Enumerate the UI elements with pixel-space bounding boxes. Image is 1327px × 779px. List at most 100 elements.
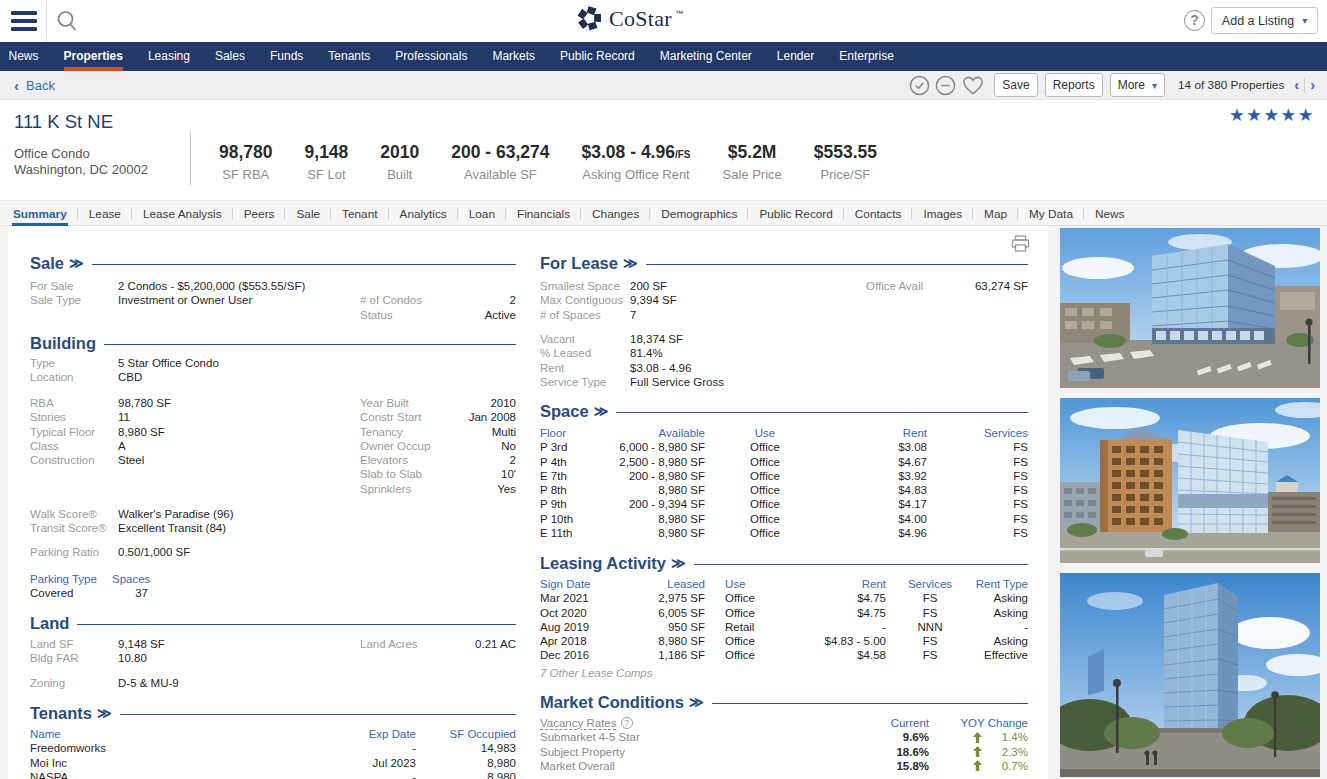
tab-label: Map (984, 207, 1007, 221)
section-heading-sale: Sale ≫ (30, 254, 516, 272)
print-icon[interactable] (1011, 235, 1030, 252)
primary-nav: NewsPropertiesLeasingSalesFundsTenantsPr… (0, 42, 1327, 71)
check-circle-icon[interactable] (909, 75, 930, 96)
nav-item-properties[interactable]: Properties (51, 42, 135, 71)
building-photo-3[interactable] (1060, 573, 1320, 777)
section-title[interactable]: Market Conditions (540, 693, 684, 712)
market-yoy-value: 0.7% (994, 759, 1028, 773)
column-header: Sign Date (540, 577, 610, 591)
table-cell: 2,975 SF (610, 591, 705, 605)
kv-row: Rent$3.08 - 4.96 (540, 361, 1028, 375)
kv-row: # of Spaces7 (540, 308, 1028, 322)
tab-analytics[interactable]: Analytics (389, 201, 458, 226)
building-photo-1[interactable] (1060, 228, 1320, 388)
table-row: Freedomworks-14,983 (30, 741, 516, 755)
tab-lease-analysis[interactable]: Lease Analysis (132, 201, 233, 226)
kv-value: Steel (118, 453, 144, 467)
tab-news[interactable]: News (1084, 201, 1136, 226)
nav-item-sales[interactable]: Sales (202, 42, 257, 71)
section-title[interactable]: Tenants (30, 704, 92, 723)
market-yoy-cell: 1.4% (929, 730, 1028, 744)
table-cell: - (785, 620, 886, 634)
save-button[interactable]: Save (994, 73, 1037, 97)
section-title[interactable]: Leasing Activity (540, 554, 666, 573)
tab-lease[interactable]: Lease (78, 201, 132, 226)
star-icon: ★ (1263, 105, 1280, 125)
nav-item-professionals[interactable]: Professionals (383, 42, 480, 71)
nav-item-markets[interactable]: Markets (480, 42, 548, 71)
more-button[interactable]: More▾ (1110, 73, 1165, 97)
kv-row: Bldg FAR10.80 (30, 651, 516, 665)
tab-public-record[interactable]: Public Record (748, 201, 843, 226)
table-cell: FS (886, 634, 974, 648)
tab-label: News (1095, 207, 1125, 221)
table-cell: Office (705, 591, 785, 605)
table-cell: E 7th (540, 469, 610, 483)
header-vertical-divider (190, 131, 191, 185)
column-header: Current (840, 716, 929, 730)
nav-item-enterprise[interactable]: Enterprise (827, 42, 907, 71)
nav-item-public-record[interactable]: Public Record (548, 42, 648, 71)
section-title[interactable]: Space (540, 402, 589, 421)
tab-label: Lease (89, 207, 121, 221)
table-cell: P 10th (540, 512, 610, 526)
tab-summary[interactable]: Summary (2, 201, 78, 226)
kv-group: Type5 Star Office CondoLocationCBD (30, 356, 516, 385)
kv-group-right: # of Condos2StatusActive (360, 293, 516, 322)
help-icon[interactable]: ? (1184, 10, 1205, 31)
minus-circle-icon[interactable] (935, 75, 956, 96)
add-a-listing-button[interactable]: Add a Listing▾ (1211, 7, 1318, 34)
tab-financials[interactable]: Financials (506, 201, 581, 226)
section-expand-icon: ≫ (69, 255, 84, 271)
heart-icon[interactable] (961, 75, 985, 96)
tab-demographics[interactable]: Demographics (650, 201, 748, 226)
vacancy-rates-label[interactable]: Vacancy Rates (540, 717, 617, 729)
table-cell: FS (927, 483, 1028, 497)
tab-label: Demographics (661, 207, 737, 221)
section-title[interactable]: For Lease (540, 254, 618, 273)
prev-property-button[interactable]: ‹ (1291, 78, 1302, 93)
tab-changes[interactable]: Changes (581, 201, 650, 226)
section-rule (77, 624, 516, 626)
column-header: Services (886, 577, 974, 591)
data-table: NameExp DateSF OccupiedFreedomworks-14,9… (30, 727, 516, 779)
nav-item-news[interactable]: News (0, 42, 51, 71)
tab-contacts[interactable]: Contacts (844, 201, 913, 226)
kv-label: # of Spaces (540, 308, 630, 322)
table-cell: Jul 2023 (310, 756, 416, 770)
question-circle-icon[interactable]: ? (621, 717, 633, 729)
tab-sale[interactable]: Sale (285, 201, 331, 226)
tab-tenant[interactable]: Tenant (331, 201, 388, 226)
table-cell: 8,980 SF (610, 512, 705, 526)
costar-logo[interactable]: CoStar™ (0, 5, 1293, 32)
column-header: Use (705, 577, 785, 591)
tab-images[interactable]: Images (912, 201, 973, 226)
tab-label: Tenant (342, 207, 377, 221)
tab-peers[interactable]: Peers (233, 201, 286, 226)
nav-item-tenants[interactable]: Tenants (316, 42, 383, 71)
section-heading-leasing-activity: Leasing Activity≫ (540, 554, 1028, 572)
tab-loan[interactable]: Loan (458, 201, 506, 226)
nav-item-lender[interactable]: Lender (764, 42, 826, 71)
market-row: Market Overall15.8%0.7% (540, 759, 1028, 773)
reports-button[interactable]: Reports (1045, 73, 1103, 97)
back-label: Back (26, 78, 55, 93)
section-title[interactable]: Land (30, 614, 69, 633)
kv-label: Constr Start (360, 410, 469, 424)
table-cell: Office (705, 440, 825, 454)
kv-value: Active (485, 308, 516, 322)
tab-my-data[interactable]: My Data (1018, 201, 1084, 226)
back-button[interactable]: ‹Back (14, 71, 55, 99)
table-cell: P 4th (540, 455, 610, 469)
nav-item-leasing[interactable]: Leasing (135, 42, 202, 71)
building-photo-2[interactable] (1060, 398, 1320, 563)
section-title[interactable]: Sale (30, 254, 64, 273)
nav-item-funds[interactable]: Funds (257, 42, 315, 71)
tab-map[interactable]: Map (973, 201, 1018, 226)
section-title[interactable]: Building (30, 334, 96, 353)
kv-value: 2 (510, 453, 516, 467)
next-property-button[interactable]: › (1307, 78, 1318, 93)
toolbar: ‹Back Save Reports More▾ 14 of 380 Prope… (0, 71, 1327, 100)
nav-item-marketing-center[interactable]: Marketing Center (647, 42, 764, 71)
tab-label: Images (923, 207, 962, 221)
